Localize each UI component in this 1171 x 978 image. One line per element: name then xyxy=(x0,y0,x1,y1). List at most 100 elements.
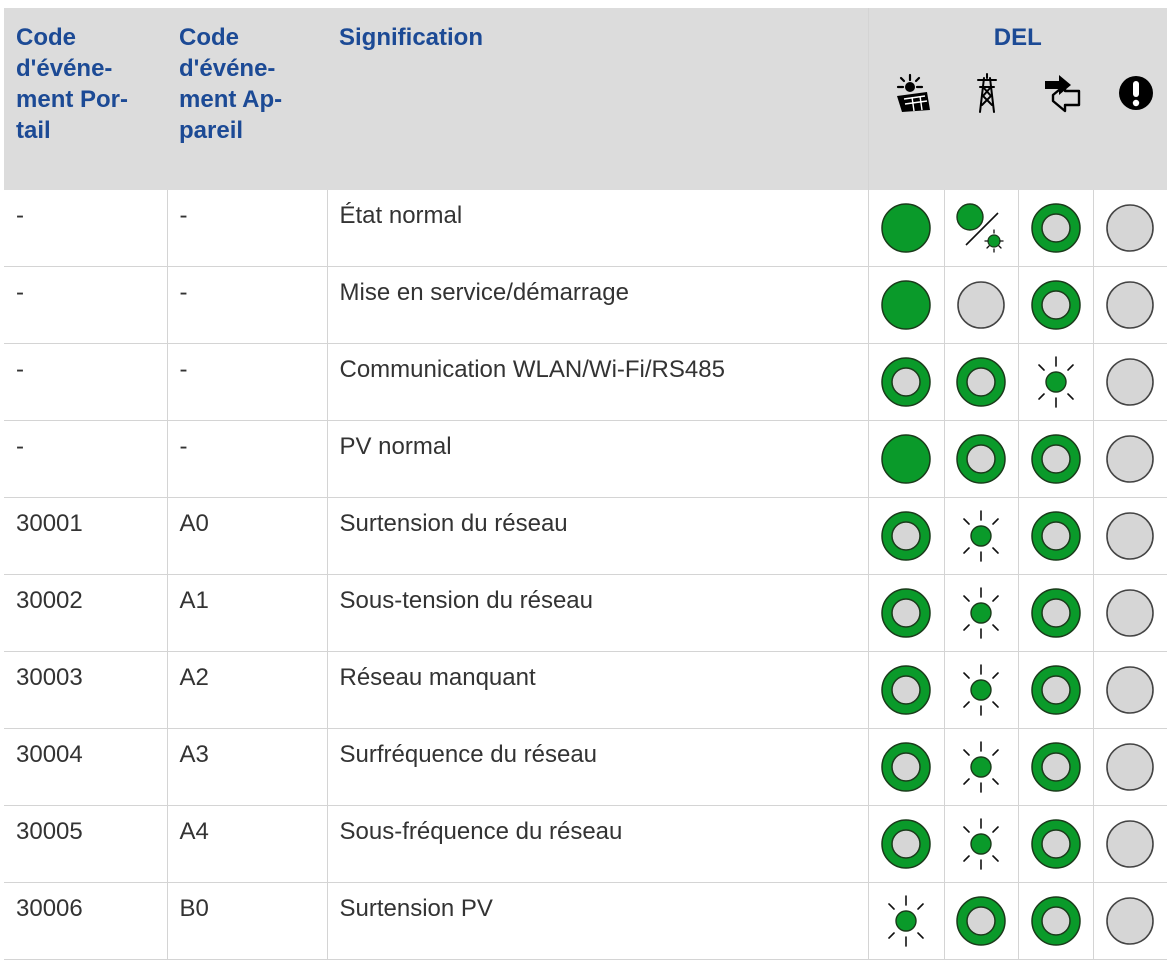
warning-led-cell xyxy=(1092,343,1167,421)
led-green-ring-icon xyxy=(881,588,931,638)
warning-led-cell xyxy=(1092,651,1167,729)
portal-code-cell: 30005 xyxy=(4,805,167,883)
portal-code-cell: 30006 xyxy=(4,882,167,960)
sun-panel-led-cell xyxy=(867,266,944,344)
portal-code-cell: 30002 xyxy=(4,574,167,652)
led-off-icon xyxy=(1106,589,1155,637)
led-on-icon xyxy=(881,280,931,330)
led-blink-icon xyxy=(963,664,999,716)
grid-tower-led-cell xyxy=(943,497,1018,575)
portal-code-cell: - xyxy=(4,420,167,498)
warning-led-cell xyxy=(1092,574,1167,652)
led-blink-icon xyxy=(963,741,999,793)
device-code-cell: A1 xyxy=(166,574,327,652)
led-off-icon xyxy=(1106,358,1155,406)
signification-cell: Surtension du réseau xyxy=(326,497,868,575)
header-sun-panel-icon xyxy=(867,66,944,190)
signification-cell: Réseau manquant xyxy=(326,651,868,729)
table-row: 30006 B0 Surtension PV xyxy=(4,882,1167,960)
device-code-cell: B0 xyxy=(166,882,327,960)
led-off-icon xyxy=(1106,666,1155,714)
led-blink-icon xyxy=(1037,356,1074,408)
communication-led-cell xyxy=(1017,266,1093,344)
header-portal-line-2: d'événe- xyxy=(16,55,113,82)
sun-panel-icon xyxy=(897,73,931,112)
led-green-ring-icon xyxy=(1030,742,1081,792)
led-green-ring-icon xyxy=(1030,434,1081,484)
communication-arrow-icon xyxy=(1044,75,1080,113)
table-row: - - Communication WLAN/Wi-Fi/RS485 xyxy=(4,343,1167,421)
led-green-ring-icon xyxy=(881,742,931,792)
led-green-ring-icon xyxy=(1030,665,1081,715)
communication-led-cell xyxy=(1017,728,1093,806)
warning-icon xyxy=(1119,76,1153,110)
warning-led-cell xyxy=(1092,497,1167,575)
grid-tower-led-cell xyxy=(943,420,1018,498)
signification-cell: Surfréquence du réseau xyxy=(326,728,868,806)
header-device-line-1: Code xyxy=(179,24,239,51)
header-portal-line-1: Code xyxy=(16,24,76,51)
led-blink-icon xyxy=(963,510,999,562)
led-off-icon xyxy=(1106,512,1155,560)
led-off-icon xyxy=(1106,820,1155,868)
portal-code-cell: 30004 xyxy=(4,728,167,806)
communication-led-cell xyxy=(1017,190,1093,267)
led-off-icon xyxy=(957,281,1005,329)
header-portal-line-3: ment Por- xyxy=(16,86,129,113)
table-row: 30001 A0 Surtension du réseau xyxy=(4,497,1167,575)
table-row: - - PV normal xyxy=(4,420,1167,498)
led-off-icon xyxy=(1106,897,1155,945)
warning-led-cell xyxy=(1092,420,1167,498)
communication-led-cell xyxy=(1017,882,1093,960)
grid-tower-led-cell xyxy=(943,190,1018,267)
led-green-ring-icon xyxy=(1030,896,1081,946)
warning-led-cell xyxy=(1092,728,1167,806)
led-on-icon xyxy=(881,434,931,484)
signification-cell: Communication WLAN/Wi-Fi/RS485 xyxy=(326,343,868,421)
signification-cell: Surtension PV xyxy=(326,882,868,960)
portal-code-cell: - xyxy=(4,343,167,421)
table-row: - - État normal xyxy=(4,190,1167,267)
warning-led-cell xyxy=(1092,882,1167,960)
sun-panel-led-cell xyxy=(867,190,944,267)
led-on-icon xyxy=(881,203,931,253)
device-code-cell: A0 xyxy=(166,497,327,575)
warning-led-cell xyxy=(1092,805,1167,883)
signification-cell: Mise en service/démarrage xyxy=(326,266,868,344)
portal-code-cell: - xyxy=(4,266,167,344)
led-off-icon xyxy=(1106,204,1155,252)
grid-tower-led-cell xyxy=(943,728,1018,806)
grid-tower-led-cell xyxy=(943,574,1018,652)
sun-panel-led-cell xyxy=(867,497,944,575)
led-green-ring-icon xyxy=(1030,203,1081,253)
communication-led-cell xyxy=(1017,651,1093,729)
sun-panel-led-cell xyxy=(867,420,944,498)
device-code-cell: A2 xyxy=(166,651,327,729)
led-green-ring-icon xyxy=(881,665,931,715)
led-blink-icon xyxy=(888,895,924,947)
device-code-cell: A4 xyxy=(166,805,327,883)
led-green-ring-icon xyxy=(881,357,931,407)
signification-cell: Sous-fréquence du réseau xyxy=(326,805,868,883)
grid-tower-led-cell xyxy=(943,651,1018,729)
led-green-ring-icon xyxy=(1030,280,1081,330)
led-off-icon xyxy=(1106,281,1155,329)
table-body: - - État normal - - Mise en service/démarrage… xyxy=(4,190,1167,960)
led-off-icon xyxy=(1106,743,1155,791)
communication-led-cell xyxy=(1017,343,1093,421)
grid-tower-led-cell xyxy=(943,882,1018,960)
sun-panel-led-cell xyxy=(867,343,944,421)
header-device-code: Code d'événe- ment Ap- pareil xyxy=(167,8,327,190)
header-device-line-4: pareil xyxy=(179,117,244,144)
signification-cell: PV normal xyxy=(326,420,868,498)
led-event-table: Code d'événe- ment Por- tail Code d'évén… xyxy=(4,8,1167,960)
sun-panel-led-cell xyxy=(867,882,944,960)
header-del: DEL xyxy=(867,8,1167,66)
device-code-cell: A3 xyxy=(166,728,327,806)
table-row: 30002 A1 Sous-tension du réseau xyxy=(4,574,1167,652)
led-event-table-page: Code d'événe- ment Por- tail Code d'évén… xyxy=(0,0,1171,978)
grid-tower-led-cell xyxy=(943,343,1018,421)
grid-tower-icon xyxy=(977,73,997,113)
communication-led-cell xyxy=(1017,420,1093,498)
device-code-cell: - xyxy=(166,343,327,421)
